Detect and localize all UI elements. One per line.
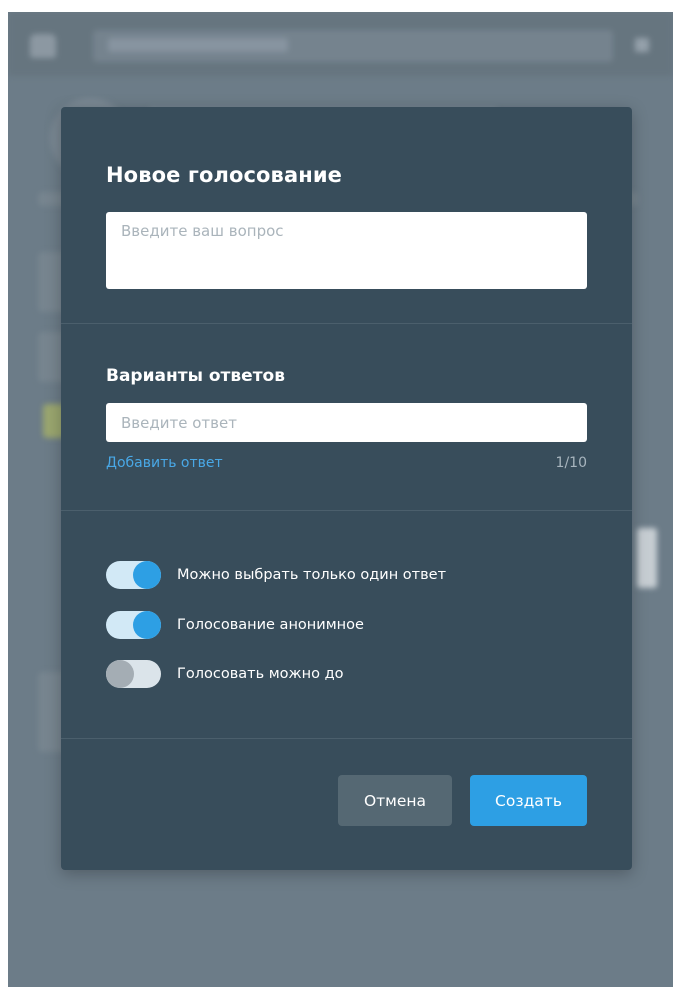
cancel-button[interactable]: Отмена <box>338 775 452 826</box>
option-anonymous: Голосование анонимное <box>106 611 364 639</box>
option-single-answer: Можно выбрать только один ответ <box>106 561 446 589</box>
add-answer-link[interactable]: Добавить ответ <box>106 455 223 471</box>
toggle-knob <box>133 561 161 589</box>
option-label: Можно выбрать только один ответ <box>177 567 447 583</box>
option-label: Голосование анонимное <box>177 617 364 633</box>
toggle-knob <box>106 660 134 688</box>
background-scroll-element <box>637 528 657 588</box>
close-icon <box>635 38 649 52</box>
anonymous-toggle[interactable] <box>106 611 161 639</box>
divider <box>61 323 632 324</box>
option-label: Голосовать можно до <box>177 666 344 682</box>
dialog-title: Новое голосование <box>106 163 342 187</box>
new-poll-dialog: Новое голосование Варианты ответов Добав… <box>61 107 632 870</box>
answer-input[interactable] <box>106 403 587 442</box>
background-search-placeholder <box>108 38 288 52</box>
divider <box>61 738 632 739</box>
toggle-knob <box>133 611 161 639</box>
divider <box>61 510 632 511</box>
question-input[interactable] <box>106 212 587 289</box>
deadline-toggle[interactable] <box>106 660 161 688</box>
option-deadline: Голосовать можно до <box>106 660 343 688</box>
answer-counter: 1/10 <box>555 455 587 471</box>
home-icon <box>30 34 56 58</box>
answers-section-title: Варианты ответов <box>106 366 285 386</box>
create-button[interactable]: Создать <box>470 775 587 826</box>
single-answer-toggle[interactable] <box>106 561 161 589</box>
